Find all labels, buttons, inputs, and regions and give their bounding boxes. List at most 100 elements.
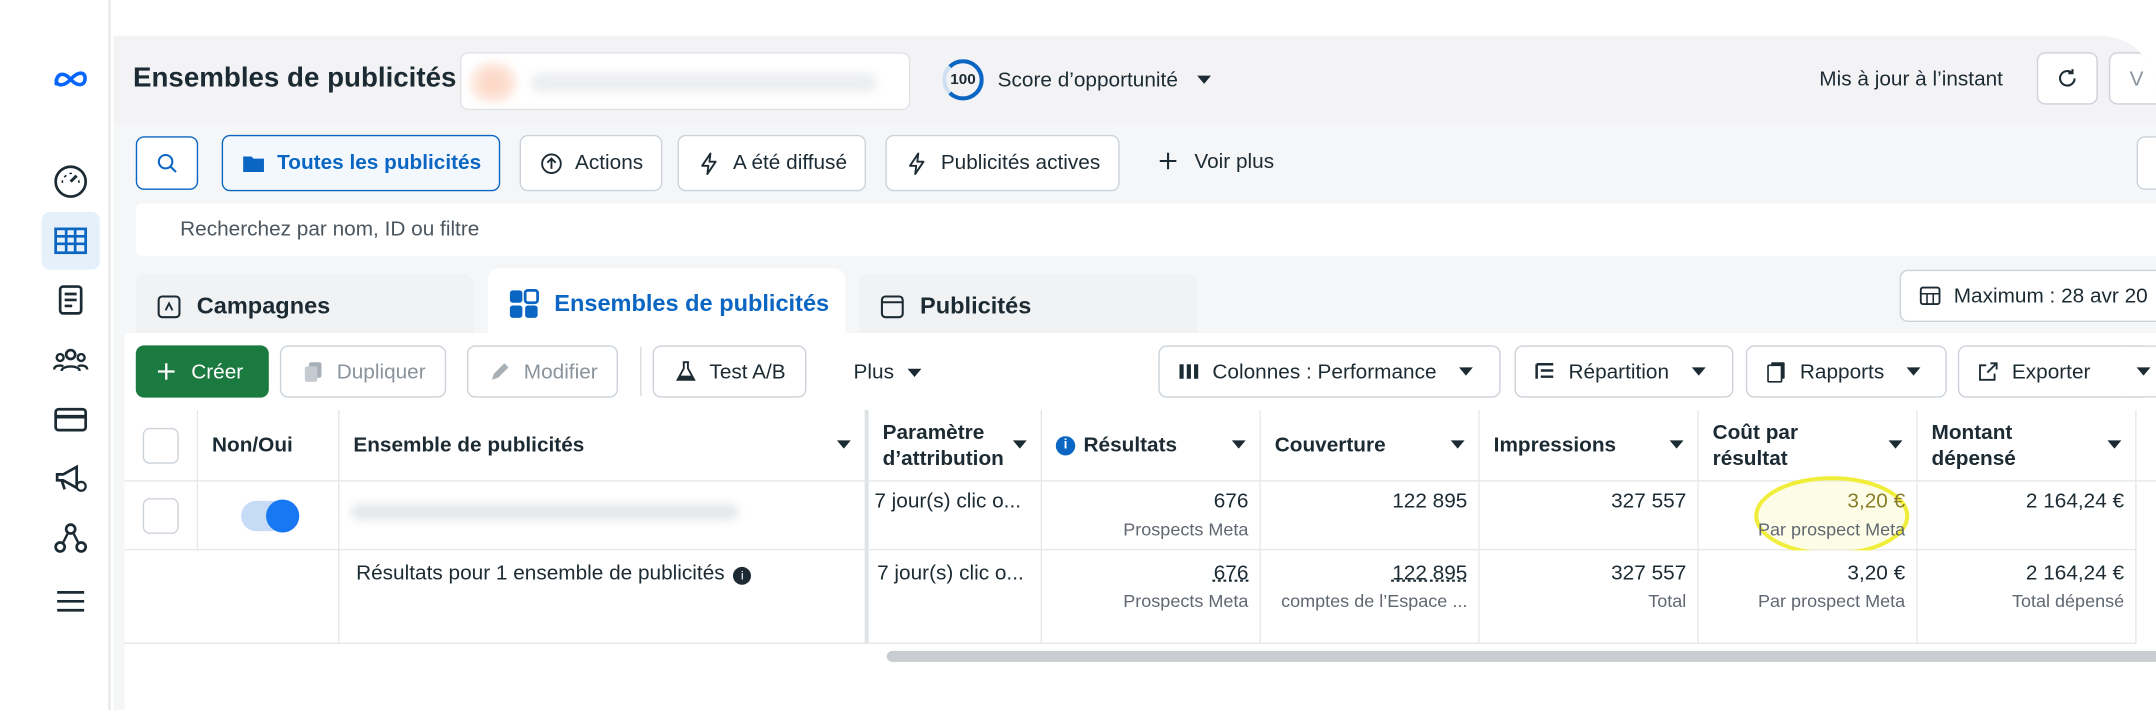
tab-campaigns[interactable]: Campagnes [135, 273, 474, 340]
chevron-down-icon [1691, 367, 1706, 376]
summary-cost: 3,20 € [1847, 561, 1906, 585]
people-icon[interactable] [42, 332, 100, 390]
info-icon[interactable]: i [733, 566, 752, 585]
column-header-onoff[interactable]: Non/Oui [198, 410, 340, 482]
score-value: 100 [950, 71, 976, 89]
filter-more-button[interactable]: Voir plus [1156, 149, 1274, 174]
account-avatar [469, 63, 517, 102]
filter-actions[interactable]: Actions [519, 134, 663, 192]
summary-reach-cell: 122 895 comptes de l’Espace ... [1260, 550, 1480, 644]
filter-all-ads[interactable]: Toutes les publicités [221, 134, 501, 192]
summary-spent-cell: 2 164,24 € Total dépensé [1917, 550, 2137, 644]
row-impressions-cell: 327 557 [1479, 481, 1699, 551]
pages-icon[interactable] [42, 271, 100, 329]
column-header-results-label: Résultats [1083, 433, 1178, 457]
row-results-cell: 676 Prospects Meta [1041, 481, 1261, 551]
bolt-icon [701, 151, 717, 175]
column-header-impressions-label: Impressions [1493, 433, 1617, 457]
plus-icon [1159, 152, 1177, 170]
column-header-impressions[interactable]: Impressions [1479, 410, 1699, 482]
account-selector[interactable] [460, 52, 911, 111]
toolbar-divider [640, 346, 642, 397]
meta-logo-icon[interactable] [42, 50, 100, 108]
card-icon[interactable] [42, 391, 100, 449]
chevron-down-icon [1669, 440, 1684, 449]
menu-icon[interactable] [42, 572, 100, 630]
adset-name-cell[interactable] [339, 481, 869, 551]
summary-reach[interactable]: 122 895 [1272, 561, 1467, 584]
filter-extra-button[interactable] [2136, 136, 2156, 190]
status-toggle[interactable] [240, 498, 299, 532]
refresh-icon [2059, 69, 2076, 87]
search-button[interactable] [135, 136, 199, 190]
tab-adsets[interactable]: Ensembles de publicités [487, 268, 846, 340]
breakdown-button[interactable]: Répartition [1514, 345, 1734, 398]
column-header-cost-label: Coût par résultat [1712, 420, 1799, 470]
column-header-spent[interactable]: Montant dépensé [1917, 410, 2137, 482]
column-header-results[interactable]: i Résultats [1041, 410, 1261, 482]
row-checkbox[interactable] [142, 497, 179, 534]
info-icon[interactable]: i [1055, 435, 1076, 455]
summary-label-cell: Résultats pour 1 ensemble de publicités … [339, 550, 869, 644]
chevron-down-icon [1888, 440, 1903, 449]
flask-icon [675, 361, 696, 381]
opportunity-score[interactable]: 100 Score d’opportunité [942, 59, 1212, 101]
ad-icon [880, 295, 904, 319]
duplicate-button[interactable]: Dupliquer [279, 345, 447, 398]
edit-button[interactable]: Modifier [466, 345, 619, 398]
summary-cost-cell: 3,20 € Par prospect Meta [1698, 550, 1918, 644]
column-header-onoff-label: Non/Oui [211, 433, 293, 457]
filter-all-ads-label: Toutes les publicités [277, 151, 482, 175]
filter-active-ads[interactable]: Publicités actives [885, 134, 1120, 192]
chevron-down-icon [1906, 367, 1921, 376]
view-button[interactable]: V [2108, 52, 2156, 105]
ab-test-button[interactable]: Test A/B [652, 345, 807, 398]
pencil-icon [491, 363, 509, 380]
summary-impressions-sub: Total [1648, 590, 1687, 611]
export-button-label: Exporter [2011, 359, 2091, 384]
create-button[interactable]: Créer [135, 345, 269, 398]
campaign-icon [157, 295, 181, 319]
column-header-adset-label: Ensemble de publicités [353, 433, 585, 457]
score-badge: 100 [942, 59, 984, 101]
row-reach-cell: 122 895 [1260, 481, 1480, 551]
row-reach: 122 895 [1392, 489, 1468, 514]
tab-adsets-label: Ensembles de publicités [554, 290, 830, 317]
bolt-icon [909, 151, 925, 175]
columns-button[interactable]: Colonnes : Performance [1158, 345, 1501, 398]
column-header-cost[interactable]: Coût par résultat [1698, 410, 1918, 482]
summary-results[interactable]: 676 [1053, 561, 1249, 584]
date-range-button[interactable]: Maximum : 28 avr 20 [1899, 269, 2156, 322]
search-placeholder: Recherchez par nom, ID ou filtre [180, 217, 480, 241]
update-status: Mis à jour à l’instant [1819, 67, 2003, 91]
filter-delivered[interactable]: A été diffusé [677, 134, 867, 192]
tab-ads[interactable]: Publicités [859, 273, 1198, 340]
score-label: Score d’opportunité [997, 68, 1178, 92]
column-header-attribution[interactable]: Paramètre d’attribution [868, 410, 1042, 482]
dashboard-icon[interactable] [42, 153, 100, 211]
edit-button-label: Modifier [523, 359, 598, 384]
row-cost-cell: 3,20 € Par prospect Meta [1698, 476, 1918, 556]
summary-results-cell: 676 Prospects Meta [1041, 550, 1261, 644]
refresh-button[interactable] [2036, 52, 2098, 105]
row-results: 676 [1213, 489, 1249, 514]
page-title: Ensembles de publicités [133, 63, 457, 94]
megaphone-icon[interactable] [42, 450, 100, 508]
horizontal-scrollbar[interactable] [886, 650, 2156, 662]
export-dropdown[interactable] [2122, 345, 2156, 398]
column-header-reach[interactable]: Couverture [1260, 410, 1480, 482]
reports-button[interactable]: Rapports [1745, 345, 1947, 398]
summary-impressions-cell: 327 557 Total [1479, 550, 1699, 644]
upload-icon [541, 152, 562, 174]
plus-menu-button[interactable]: Plus [854, 361, 922, 384]
select-all-checkbox[interactable] [142, 427, 179, 464]
chevron-down-icon [1450, 440, 1465, 449]
table-icon[interactable] [41, 211, 100, 270]
row-checkbox-cell [124, 481, 199, 551]
search-input[interactable]: Recherchez par nom, ID ou filtre [135, 203, 2156, 256]
network-icon[interactable] [42, 509, 100, 567]
row-spent-cell: 2 164,24 € [1917, 481, 2137, 551]
column-header-adset[interactable]: Ensemble de publicités [339, 410, 869, 482]
summary-label: Résultats pour 1 ensemble de publicités [356, 561, 725, 585]
ab-test-button-label: Test A/B [709, 359, 786, 384]
